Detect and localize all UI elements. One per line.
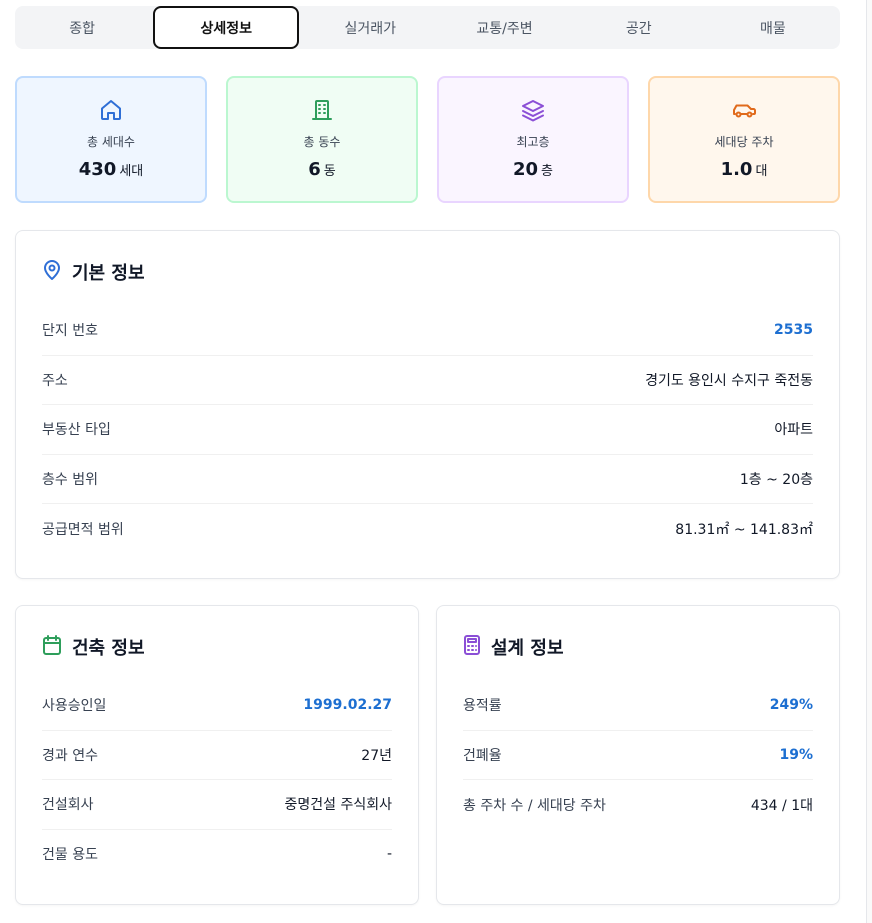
tab-overview[interactable]: 종합 <box>15 6 149 49</box>
tab-transactions[interactable]: 실거래가 <box>303 6 437 49</box>
scrollbar[interactable] <box>866 0 872 923</box>
building-icon <box>308 96 336 124</box>
tab-bar: 종합 상세정보 실거래가 교통/주변 공간 매물 <box>15 6 840 49</box>
info-row: 경과 연수 27년 <box>42 731 392 780</box>
layers-icon <box>519 96 547 124</box>
stat-card-max-floor: 최고층 20 층 <box>437 76 629 203</box>
info-row: 층수 범위 1층 ~ 20층 <box>42 455 813 504</box>
stat-label: 최고층 <box>516 135 550 149</box>
stat-card-buildings: 총 동수 6동 <box>226 76 418 203</box>
stat-label: 총 동수 <box>303 135 341 149</box>
build-info-card: 건축 정보 사용승인일 1999.02.27 경과 연수 27년 건설회사 중명… <box>15 605 419 905</box>
design-info-card: 설계 정보 용적률 249% 건폐율 19% 총 주차 수 / 세대당 주차 4… <box>436 605 840 905</box>
tab-listings[interactable]: 매물 <box>706 6 840 49</box>
info-row: 주소 경기도 용인시 수지구 죽전동 <box>42 356 813 405</box>
card-title: 건축 정보 <box>42 632 392 662</box>
calculator-icon <box>463 634 481 661</box>
card-title: 기본 정보 <box>42 257 813 287</box>
car-icon <box>730 96 758 124</box>
stat-card-households: 총 세대수 430 세대 <box>15 76 207 203</box>
info-row: 건폐율 19% <box>463 731 813 780</box>
info-row: 총 주차 수 / 세대당 주차 434 / 1대 <box>463 797 813 814</box>
info-row: 단지 번호 2535 <box>42 306 813 356</box>
info-rows: 단지 번호 2535 주소 경기도 용인시 수지구 죽전동 부동산 타입 아파트… <box>42 306 813 554</box>
tab-space[interactable]: 공간 <box>572 6 706 49</box>
stat-label: 세대당 주차 <box>714 135 774 149</box>
stat-value: 1.0 대 <box>720 159 768 180</box>
stat-value: 430 세대 <box>78 159 144 180</box>
info-row: 사용승인일 1999.02.27 <box>42 681 392 731</box>
house-icon <box>97 96 125 124</box>
card-title: 설계 정보 <box>463 632 813 662</box>
info-row: 용적률 249% <box>463 681 813 731</box>
calendar-icon <box>42 634 62 661</box>
tab-details[interactable]: 상세정보 <box>153 6 300 49</box>
stat-value: 6동 <box>308 159 336 180</box>
stat-value: 20 층 <box>512 159 554 180</box>
info-rows: 용적률 249% 건폐율 19% 총 주차 수 / 세대당 주차 434 / 1… <box>463 681 813 830</box>
stats-row: 총 세대수 430 세대 총 동수 6동 최고층 20 층 세대당 주차 1.0… <box>15 76 840 203</box>
info-row: 공급면적 범위 81.31㎡ ~ 141.83㎡ <box>42 521 813 538</box>
info-row: 부동산 타입 아파트 <box>42 405 813 455</box>
basic-info-card: 기본 정보 단지 번호 2535 주소 경기도 용인시 수지구 죽전동 부동산 … <box>15 230 840 579</box>
stat-card-parking: 세대당 주차 1.0 대 <box>648 76 840 203</box>
info-row: 건물 용도 - <box>42 846 392 864</box>
tab-transport[interactable]: 교통/주변 <box>437 6 571 49</box>
info-row: 건설회사 중명건설 주식회사 <box>42 780 392 830</box>
info-rows: 사용승인일 1999.02.27 경과 연수 27년 건설회사 중명건설 주식회… <box>42 681 392 879</box>
stat-label: 총 세대수 <box>87 135 135 149</box>
location-pin-icon <box>42 259 62 286</box>
